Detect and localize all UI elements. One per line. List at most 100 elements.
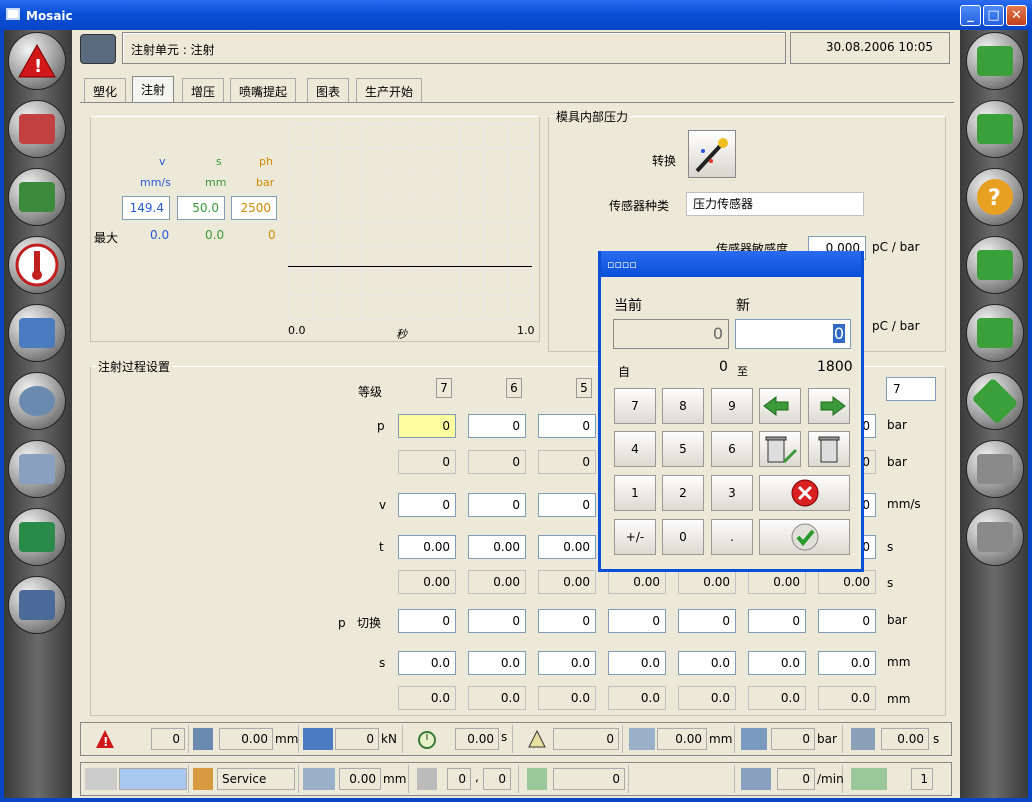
p-switch-field[interactable]: 0 <box>468 609 526 633</box>
cancel-button[interactable] <box>759 475 850 511</box>
v-stage6-field[interactable]: 0 <box>468 493 526 517</box>
key-plus-minus[interactable]: +/- <box>614 519 656 555</box>
ph-unit: bar <box>256 176 275 189</box>
key-2[interactable]: 2 <box>662 475 704 511</box>
sensor-type-field[interactable]: 压力传感器 <box>686 192 864 216</box>
home-icon <box>977 46 1013 76</box>
p-stage6-field[interactable]: 0 <box>468 414 526 438</box>
service-cell: Service <box>191 765 299 793</box>
chart-baseline <box>288 266 532 267</box>
service-button[interactable] <box>966 440 1024 498</box>
tab-label: 注射 <box>141 83 166 97</box>
maximize-button[interactable]: □ <box>983 5 1004 26</box>
p-switch-field[interactable]: 0 <box>818 609 876 633</box>
field-value: 0.00 <box>423 575 450 589</box>
alarm-nav-button[interactable]: ! <box>8 32 66 90</box>
cursor-right-button[interactable] <box>808 388 850 424</box>
t-actual-cell: 0.00 <box>818 570 876 594</box>
settings-button[interactable] <box>966 508 1024 566</box>
service-field[interactable]: Service <box>217 768 295 790</box>
backspace-button[interactable] <box>759 431 801 467</box>
transfer-button[interactable] <box>966 372 1024 430</box>
home-button[interactable] <box>966 32 1024 90</box>
minimize-button[interactable]: _ <box>960 5 981 26</box>
key-3[interactable]: 3 <box>711 475 753 511</box>
help-button[interactable]: ? <box>966 168 1024 226</box>
t-stage6-field[interactable]: 0.00 <box>468 535 526 559</box>
cursor-left-button[interactable] <box>759 388 801 424</box>
v-value-field: 149.4 <box>122 196 170 220</box>
ejector-nav-button[interactable] <box>8 372 66 430</box>
tab-production-start[interactable]: 生产开始 <box>356 78 423 102</box>
tab-graph[interactable]: 图表 <box>307 78 350 102</box>
current-value: 0 <box>712 324 723 343</box>
timer-icon <box>418 731 436 749</box>
edit-screen-button[interactable] <box>966 236 1024 294</box>
p-switch-field[interactable]: 0 <box>678 609 736 633</box>
s-field[interactable]: 0.0 <box>818 651 876 675</box>
dialog-title: ▫▫▫▫ <box>607 258 637 271</box>
v-stage5-field[interactable]: 0 <box>538 493 596 517</box>
clear-button[interactable] <box>808 431 850 467</box>
monitoring-nav-button[interactable] <box>8 508 66 566</box>
back-button[interactable] <box>966 100 1024 158</box>
mold-nav-button[interactable] <box>8 168 66 226</box>
ok-button[interactable] <box>759 519 850 555</box>
s-field[interactable]: 0.0 <box>678 651 736 675</box>
user-cell <box>83 765 189 793</box>
machine-overview-nav-button[interactable] <box>8 100 66 158</box>
field-value: 0.00 <box>703 575 730 589</box>
user-field[interactable] <box>119 768 187 790</box>
status-bar-top: ! 0 0.00 mm 0 kN 0.00 s 0 0.00 mm 0 bar … <box>80 722 952 756</box>
robot-nav-button[interactable] <box>8 576 66 634</box>
status-pressure-cell: 0 bar <box>737 725 843 753</box>
tab-divider <box>80 102 954 103</box>
s-field[interactable]: 0.0 <box>748 651 806 675</box>
field-value: 0 <box>442 614 450 628</box>
key-1[interactable]: 1 <box>614 475 656 511</box>
p-switch-field[interactable]: 0 <box>608 609 666 633</box>
key-6[interactable]: 6 <box>711 431 753 467</box>
datetime: 30.08.2006 10:05 <box>825 40 933 54</box>
tab-nozzle-lift[interactable]: 喷嘴提起 <box>230 78 297 102</box>
key-decimal[interactable]: . <box>711 519 753 555</box>
sensor-type-label: 传感器种类 <box>609 199 670 213</box>
s-field[interactable]: 0.0 <box>538 651 596 675</box>
max-value: 1800 <box>817 359 853 375</box>
key-0[interactable]: 0 <box>662 519 704 555</box>
p-switch-field[interactable]: 0 <box>398 609 456 633</box>
p-stage7-field[interactable]: 0 <box>398 414 456 438</box>
key-9[interactable]: 9 <box>711 388 753 424</box>
p-switch-field[interactable]: 0 <box>748 609 806 633</box>
v-stage7-field[interactable]: 0 <box>398 493 456 517</box>
tab-plasticize[interactable]: 塑化 <box>84 78 127 102</box>
switch-button[interactable] <box>688 130 736 178</box>
speed-chart <box>288 124 532 320</box>
rpm-cell: 0 /min <box>737 765 844 793</box>
shot-count: 0 <box>553 768 625 790</box>
s-field[interactable]: 0.0 <box>398 651 456 675</box>
s-field[interactable]: 0.0 <box>468 651 526 675</box>
p-switch-field[interactable]: 0 <box>538 609 596 633</box>
new-value-input[interactable]: 0 <box>735 319 851 349</box>
tab-hold-pressure[interactable]: 增压 <box>182 78 225 102</box>
field-value: 0.0 <box>850 691 870 705</box>
tab-injection[interactable]: 注射 <box>132 76 175 102</box>
stage-count-field[interactable]: 7 <box>886 377 936 401</box>
usb-button[interactable] <box>966 304 1024 362</box>
field-value: 0 <box>862 614 870 628</box>
injection-nav-button[interactable] <box>8 440 66 498</box>
key-8[interactable]: 8 <box>662 388 704 424</box>
p-stage5-field[interactable]: 0 <box>538 414 596 438</box>
t-stage7-field[interactable]: 0.00 <box>398 535 456 559</box>
key-7[interactable]: 7 <box>614 388 656 424</box>
stage-number: 5 <box>580 381 588 395</box>
clamp-nav-button[interactable] <box>8 304 66 362</box>
field-value: 0 <box>582 419 590 433</box>
temperature-nav-button[interactable] <box>8 236 66 294</box>
t-stage5-field[interactable]: 0.00 <box>538 535 596 559</box>
s-field[interactable]: 0.0 <box>608 651 666 675</box>
key-5[interactable]: 5 <box>662 431 704 467</box>
close-button[interactable]: ✕ <box>1006 5 1027 26</box>
key-4[interactable]: 4 <box>614 431 656 467</box>
